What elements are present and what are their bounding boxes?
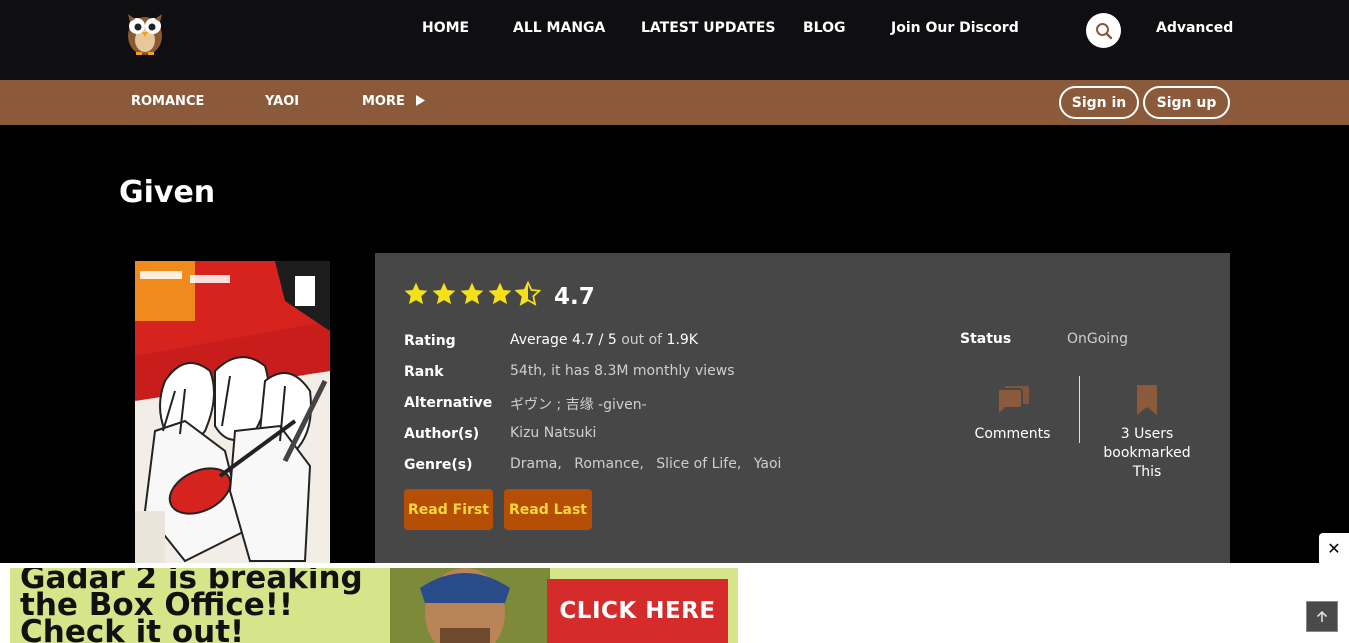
caret-right-icon — [416, 95, 426, 106]
advanced-search-link[interactable]: Advanced — [1156, 20, 1233, 40]
star-full-icon — [488, 282, 512, 305]
star-half-icon — [515, 281, 541, 306]
search-icon — [1095, 22, 1112, 39]
arrow-up-icon — [1316, 610, 1328, 622]
close-icon: ✕ — [1327, 538, 1341, 558]
nav-blog[interactable]: BLOG — [803, 20, 846, 40]
alternative-value: ギヴン ; 吉缘 -given- — [510, 397, 647, 413]
bookmark-icon — [1137, 385, 1157, 415]
sign-up-button[interactable]: Sign up — [1143, 86, 1230, 119]
rating-stars[interactable] — [403, 281, 541, 307]
nav-home[interactable]: HOME — [422, 20, 469, 40]
rating-label: Rating — [404, 333, 456, 349]
nav-latest-updates[interactable]: LATEST UPDATES — [641, 20, 775, 40]
rating-score: 4.7 — [554, 284, 595, 310]
search-button[interactable] — [1086, 13, 1121, 48]
star-full-icon — [460, 282, 484, 305]
subnav-more-label: MORE — [362, 94, 405, 109]
comments-icon — [999, 386, 1029, 413]
manga-info-panel: 4.7 Rating Average 4.7 / 5 out of 1.9K R… — [375, 253, 1230, 563]
bookmark-line-2: bookmarked — [1103, 445, 1191, 461]
cover-image — [135, 261, 330, 563]
genre-link-drama[interactable]: Drama, — [510, 456, 562, 472]
genre-link-romance[interactable]: Romance, — [574, 456, 644, 472]
rating-average-value: 4.7 — [571, 332, 595, 348]
owl-logo-icon — [128, 14, 162, 55]
author-link[interactable]: Kizu Natsuki — [510, 425, 596, 441]
author-label: Author(s) — [404, 426, 480, 442]
nav-all-manga[interactable]: ALL MANGA — [513, 20, 605, 40]
ad-click-here-button[interactable]: CLICK HERE — [547, 579, 728, 643]
comments-button[interactable]: Comments — [965, 381, 1060, 446]
subnav-more[interactable]: MORE — [362, 94, 426, 109]
genre-label: Genre(s) — [404, 457, 473, 473]
genre-link-slice-of-life[interactable]: Slice of Life, — [656, 456, 741, 472]
rating-separator: / — [598, 332, 604, 348]
bookmark-line-1: 3 Users — [1120, 426, 1174, 442]
top-header: HOME ALL MANGA LATEST UPDATES BLOG Join … — [0, 0, 1349, 80]
subnav-yaoi[interactable]: YAOI — [265, 94, 299, 109]
manga-cover[interactable] — [135, 261, 330, 563]
bookmark-line-3: This — [1132, 464, 1162, 480]
rating-value: Average 4.7 / 5 out of 1.9K — [510, 332, 698, 348]
ad-line-3: Check it out! — [20, 614, 245, 643]
status-value: OnGoing — [1067, 331, 1128, 347]
alternative-label: Alternative — [404, 395, 493, 411]
advertisement-banner[interactable]: Gadar 2 is breaking the Box Office!! Che… — [10, 568, 738, 643]
sign-in-button[interactable]: Sign in — [1059, 86, 1139, 119]
rank-label: Rank — [404, 364, 444, 380]
genre-list: Drama, Romance, Slice of Life, Yaoi — [510, 456, 789, 472]
rank-value: 54th, it has 8.3M monthly views — [510, 363, 735, 379]
ad-close-button[interactable]: ✕ — [1319, 533, 1349, 563]
nav-join-discord[interactable]: Join Our Discord — [891, 20, 1019, 40]
star-full-icon — [432, 282, 456, 305]
star-full-icon — [404, 282, 428, 305]
bookmark-button[interactable]: 3 Users bookmarked This — [1095, 383, 1199, 483]
sub-navigation: ROMANCE YAOI MORE Sign in Sign up — [0, 80, 1349, 125]
read-last-button[interactable]: Read Last — [504, 489, 592, 530]
rating-count: 1.9K — [666, 332, 698, 348]
rating-average-prefix: Average — [510, 332, 568, 348]
scroll-to-top-button[interactable] — [1306, 601, 1338, 632]
status-label: Status — [960, 331, 1012, 347]
site-logo[interactable] — [122, 6, 168, 56]
ad-headline: Gadar 2 is breaking the Box Office!! Che… — [20, 568, 363, 643]
page-title: Given — [119, 175, 216, 210]
read-first-button[interactable]: Read First — [404, 489, 493, 530]
rating-out-of: out of — [621, 332, 663, 348]
bookmark-count-text: 3 Users bookmarked This — [1095, 425, 1199, 482]
comments-label: Comments — [974, 426, 1051, 442]
meta-divider — [1079, 376, 1080, 443]
rating-max: 5 — [607, 332, 617, 348]
genre-link-yaoi[interactable]: Yaoi — [754, 456, 782, 472]
subnav-romance[interactable]: ROMANCE — [131, 94, 204, 109]
